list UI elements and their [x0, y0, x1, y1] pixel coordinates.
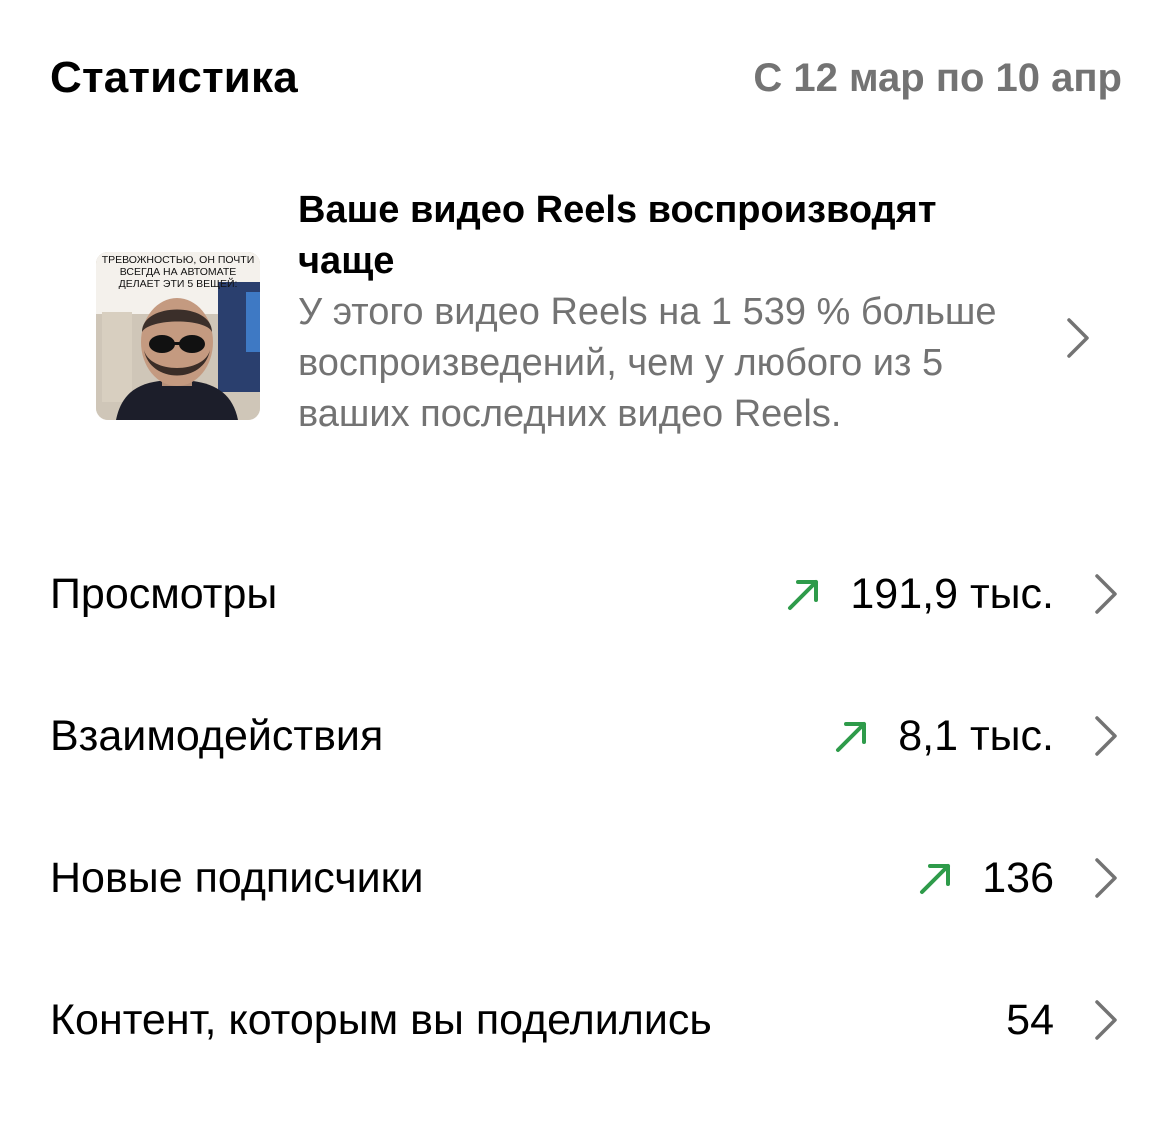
chevron-right-icon[interactable]	[1064, 316, 1092, 360]
stat-row-shared-content[interactable]: Контент, которым вы поделились 54	[50, 980, 1120, 1060]
stat-label: Взаимодействия	[50, 711, 384, 760]
chevron-right-icon[interactable]	[1092, 572, 1120, 616]
insight-text: Ваше видео Reels воспроизводят чаще У эт…	[298, 185, 1018, 440]
stat-value: 136	[982, 853, 1054, 902]
insight-description: У этого видео Reels на 1 539 % больше во…	[298, 291, 997, 435]
stat-row-views[interactable]: Просмотры 191,9 тыс.	[50, 554, 1120, 634]
reel-thumbnail: ТРЕВОЖНОСТЬЮ, ОН ПОЧТИ ВСЕГДА НА АВТОМАТ…	[96, 252, 260, 420]
stat-label: Просмотры	[50, 569, 278, 618]
insight-title: Ваше видео Reels воспроизводят чаще	[298, 189, 937, 282]
chevron-right-icon[interactable]	[1092, 714, 1120, 758]
trend-up-arrow-icon	[836, 722, 867, 752]
statistics-screen: Статистика С 12 мар по 10 апр ТРЕВОЖНОСТ…	[0, 0, 1170, 1127]
trend-up-arrow-icon	[920, 864, 951, 894]
chevron-right-icon[interactable]	[1092, 998, 1120, 1042]
stat-row-interactions[interactable]: Взаимодействия 8,1 тыс.	[50, 696, 1120, 776]
trend-up-arrow-icon	[788, 580, 819, 610]
date-range[interactable]: С 12 мар по 10 апр	[753, 56, 1122, 101]
reel-thumbnail-caption: ТРЕВОЖНОСТЬЮ, ОН ПОЧТИ ВСЕГДА НА АВТОМАТ…	[101, 254, 255, 290]
statistics-header: Статистика С 12 мар по 10 апр	[50, 48, 1122, 108]
stat-value: 191,9 тыс.	[850, 569, 1054, 618]
chevron-right-icon[interactable]	[1092, 856, 1120, 900]
page-title: Статистика	[50, 53, 298, 102]
stat-label: Новые подписчики	[50, 853, 424, 902]
stat-value: 8,1 тыс.	[898, 711, 1054, 760]
stat-value: 54	[1006, 995, 1054, 1044]
reels-insight-card[interactable]: ТРЕВОЖНОСТЬЮ, ОН ПОЧТИ ВСЕГДА НА АВТОМАТ…	[96, 180, 1126, 490]
stat-row-new-followers[interactable]: Новые подписчики 136	[50, 838, 1120, 918]
stat-label: Контент, которым вы поделились	[50, 995, 712, 1044]
